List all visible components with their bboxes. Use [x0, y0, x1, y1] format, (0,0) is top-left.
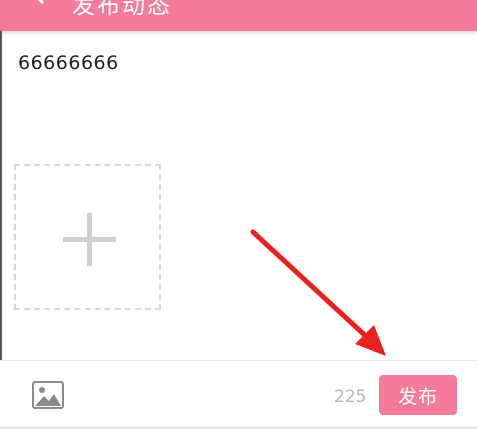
header-bar: 发布动态: [0, 0, 477, 31]
bottom-toolbar: 225 发布: [0, 360, 477, 429]
publish-post-screen: 发布动态 66666666 225 发布: [0, 0, 477, 429]
plus-icon-vertical: [87, 213, 92, 266]
publish-button[interactable]: 发布: [379, 375, 457, 415]
add-image-button[interactable]: [14, 164, 161, 310]
chevron-left-icon[interactable]: [27, 0, 51, 6]
image-icon[interactable]: [32, 381, 64, 409]
remaining-char-count: 225: [334, 387, 367, 407]
page-title: 发布动态: [72, 0, 172, 19]
post-content-input[interactable]: 66666666: [18, 52, 119, 74]
